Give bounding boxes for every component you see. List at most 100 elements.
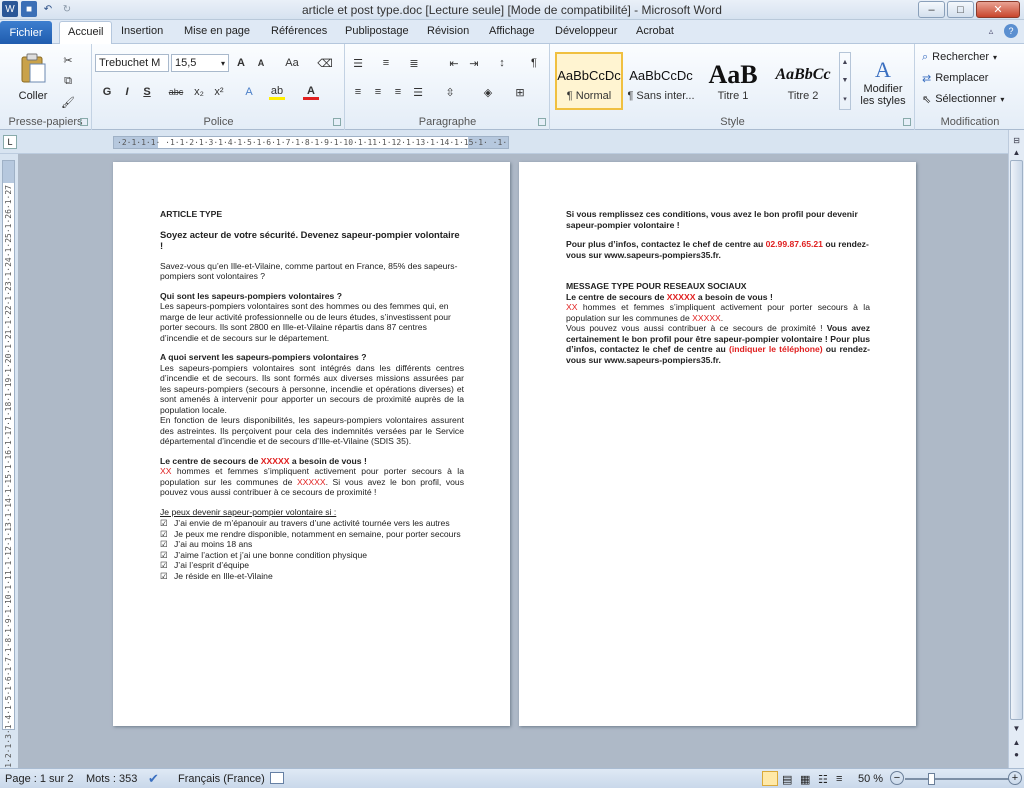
tab-affichage[interactable]: Affichage — [483, 23, 541, 39]
page-2[interactable]: Si vous remplissez ces conditions, vous … — [519, 162, 916, 726]
web-layout-view-icon[interactable]: ▦ — [800, 773, 810, 786]
grow-font-icon[interactable]: A — [233, 55, 249, 71]
sort-icon[interactable]: ↕ — [494, 55, 510, 71]
checklist-text: J’ai au moins 18 ans — [174, 539, 253, 549]
numbering-icon[interactable]: ≡ — [378, 55, 394, 71]
align-center-icon[interactable]: ≡ — [370, 84, 386, 100]
font-color-icon[interactable]: A — [303, 84, 319, 100]
copy-icon[interactable]: ⧉ — [60, 73, 76, 89]
clipboard-launcher-icon[interactable] — [80, 118, 88, 126]
clear-formatting-icon[interactable]: ⌫ — [317, 55, 333, 71]
ribbon-tabs: Fichier Accueil Insertion Mise en page R… — [0, 20, 1024, 45]
language[interactable]: Français (France) — [178, 773, 265, 785]
ribbon-collapse-icon[interactable]: ▵ — [984, 24, 998, 38]
cut-icon[interactable]: ✂ — [60, 52, 76, 68]
text-run: a besoin de vous ! — [695, 291, 773, 302]
bold-button[interactable]: G — [99, 84, 115, 100]
strikethrough-button[interactable]: abc — [165, 84, 187, 100]
justify-icon[interactable]: ☰ — [410, 84, 426, 100]
select-button[interactable]: ⇖ Sélectionner ▾ — [922, 91, 1004, 107]
ruler-bar: L ·2·1·1·1· ·1·1·2·1·3·1·4·1·5·1·6·1·7·1… — [0, 130, 1024, 154]
minimize-button[interactable]: – — [918, 1, 945, 18]
ruler-ticks: ·2·1·1·1· ·1·1·2·1·3·1·4·1·5·1·6·1·7·1·8… — [117, 138, 509, 147]
page-1[interactable]: ARTICLE TYPE Soyez acteur de votre sécur… — [113, 162, 510, 726]
word-count[interactable]: Mots : 353 — [86, 773, 137, 785]
superscript-button[interactable]: x² — [211, 84, 227, 100]
styles-launcher-icon[interactable] — [903, 118, 911, 126]
help-icon[interactable]: ? — [1004, 24, 1018, 38]
paste-icon — [21, 53, 46, 83]
paste-button[interactable]: Coller — [8, 48, 58, 106]
tab-mise-en-page[interactable]: Mise en page — [178, 23, 256, 39]
tab-accueil[interactable]: Accueil — [59, 21, 113, 45]
checklist-title: Je peux devenir sapeur-pompier volontair… — [160, 506, 337, 517]
vertical-scrollbar[interactable]: ⊟ ▲ ▼ ▲ ● — [1008, 130, 1024, 768]
horizontal-ruler[interactable]: ·2·1·1·1· ·1·1·2·1·3·1·4·1·5·1·6·1·7·1·8… — [113, 136, 509, 149]
proofing-icon[interactable]: ✔ — [148, 771, 159, 787]
zoom-slider[interactable] — [905, 778, 1009, 780]
font-name-select[interactable]: Trebuchet M — [95, 54, 169, 72]
vertical-ruler[interactable]: 2·1·1·1·2·1·3·1·4·1·5·1·6·1·7·1·8·1·9·1·… — [2, 160, 15, 788]
font-launcher-icon[interactable] — [333, 118, 341, 126]
line-spacing-icon[interactable]: ⇳ — [442, 84, 458, 100]
outline-view-icon[interactable]: ☷ — [818, 773, 828, 786]
page-2-content: Si vous remplissez ces conditions, vous … — [566, 209, 870, 365]
format-painter-icon[interactable]: 🖌 — [60, 94, 76, 110]
style-normal[interactable]: AaBbCcDc ¶ Normal — [555, 52, 623, 110]
tab-revision[interactable]: Révision — [421, 23, 475, 39]
subscript-button[interactable]: x₂ — [191, 84, 207, 100]
draft-view-icon[interactable]: ≡ — [836, 773, 842, 785]
scroll-up-icon[interactable]: ▲ — [1010, 146, 1023, 159]
align-right-icon[interactable]: ≡ — [390, 84, 406, 100]
shrink-font-icon[interactable]: A — [253, 55, 269, 71]
underline-button[interactable]: S — [139, 84, 155, 100]
zoom-out-button[interactable]: − — [890, 771, 904, 785]
text-run: Le centre de secours de — [566, 291, 667, 302]
style-sample: AaBbCc — [775, 66, 831, 83]
styles-gallery-scroll[interactable]: ▲ ▼ ▾ — [839, 52, 851, 110]
italic-button[interactable]: I — [119, 84, 135, 100]
tab-selector[interactable]: L — [3, 135, 17, 149]
font-size-select[interactable]: 15,5 ▾ — [171, 54, 229, 72]
highlight-icon[interactable]: ab — [269, 84, 285, 100]
bullets-icon[interactable]: ☰ — [350, 55, 366, 71]
change-styles-button[interactable]: A Modifier les styles — [853, 50, 913, 114]
select-browse-object-icon[interactable]: ● — [1010, 748, 1023, 761]
full-screen-view-icon[interactable]: ▤ — [782, 773, 792, 786]
shading-icon[interactable]: ◈ — [480, 84, 496, 100]
style-titre-1[interactable]: AaB Titre 1 — [699, 52, 767, 110]
page-count[interactable]: Page : 1 sur 2 — [5, 773, 74, 785]
tab-insertion[interactable]: Insertion — [115, 23, 169, 39]
decrease-indent-icon[interactable]: ⇤ — [446, 55, 462, 71]
section-centre: Le centre de secours de XXXXX a besoin d… — [160, 456, 464, 498]
checkbox-icon: ☑ — [160, 570, 168, 581]
scroll-down-icon[interactable]: ▼ — [1010, 722, 1023, 735]
zoom-slider-thumb[interactable] — [928, 773, 935, 785]
text-effects-icon[interactable]: A — [241, 84, 257, 100]
multilevel-list-icon[interactable]: ≣ — [406, 55, 422, 71]
tab-acrobat[interactable]: Acrobat — [630, 23, 680, 39]
increase-indent-icon[interactable]: ⇥ — [466, 55, 482, 71]
scroll-thumb[interactable] — [1010, 160, 1023, 720]
text-run: a besoin de vous ! — [289, 455, 367, 466]
style-sans-interligne[interactable]: AaBbCcDc ¶ Sans inter... — [627, 52, 695, 110]
tab-publipostage[interactable]: Publipostage — [339, 23, 415, 39]
change-case-icon[interactable]: Aa — [281, 55, 303, 71]
align-left-icon[interactable]: ≡ — [350, 84, 366, 100]
find-button[interactable]: ⌕ Rechercher ▾ — [922, 49, 997, 65]
style-titre-2[interactable]: AaBbCc Titre 2 — [769, 52, 837, 110]
borders-icon[interactable]: ⊞ — [512, 84, 528, 100]
macro-record-icon[interactable] — [270, 772, 284, 784]
article-headline: Soyez acteur de votre sécurité. Devenez … — [160, 228, 460, 252]
tab-references[interactable]: Références — [265, 23, 333, 39]
print-layout-view-icon[interactable] — [762, 771, 778, 786]
tab-developpeur[interactable]: Développeur — [549, 23, 623, 39]
close-button[interactable]: ✕ — [976, 1, 1020, 18]
paragraph-launcher-icon[interactable] — [538, 118, 546, 126]
replace-button[interactable]: ⇄ Remplacer — [922, 70, 988, 86]
zoom-level[interactable]: 50 % — [858, 773, 883, 785]
tab-fichier[interactable]: Fichier — [0, 21, 52, 44]
maximize-button[interactable]: □ — [947, 1, 974, 18]
show-formatting-icon[interactable]: ¶ — [526, 55, 542, 71]
zoom-in-button[interactable]: + — [1008, 771, 1022, 785]
